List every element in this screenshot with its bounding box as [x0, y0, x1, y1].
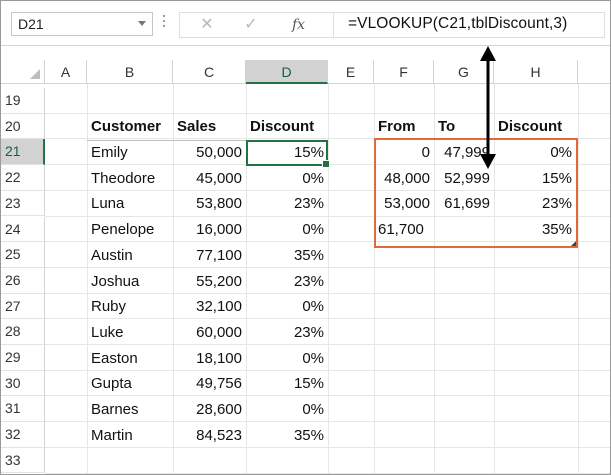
annotation-arrow-head-down: [480, 154, 496, 169]
annotation-arrow-head-up: [480, 46, 496, 61]
annotation-arrow: [480, 46, 496, 169]
excel-window: D21 ✕ ✓ fx =VLOOKUP(C21,tblDiscount,3) A…: [0, 0, 611, 475]
